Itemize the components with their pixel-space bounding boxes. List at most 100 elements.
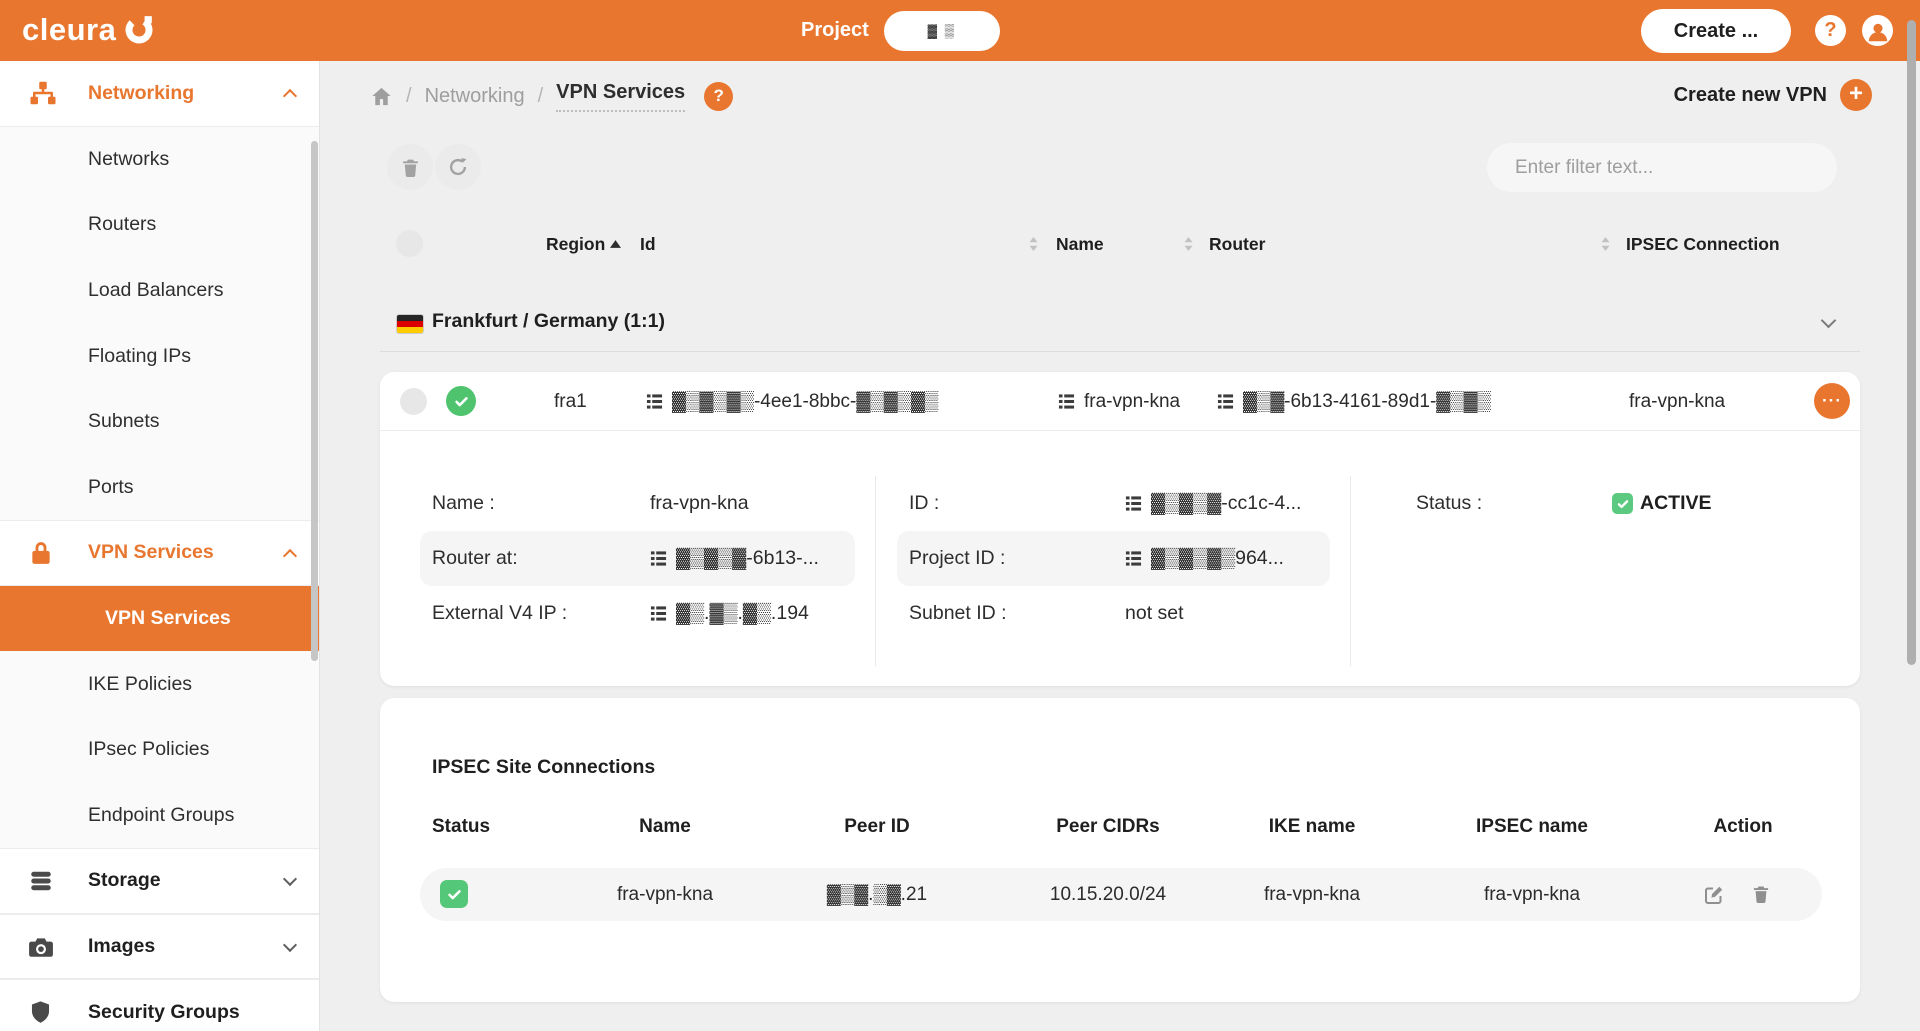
sidebar-item-storage[interactable]: Storage [0,848,319,914]
sidebar-item-floating-ips[interactable]: Floating IPs [0,323,319,389]
detail-value: ▓▒▓▒▓-cc1c-4... [1125,492,1301,515]
cell-ipsec-connection: fra-vpn-kna [1629,372,1725,431]
camera-icon [28,934,54,960]
router-value: ▓▒▓-6b13-4161-89d1-▓▒▓▒ [1243,391,1491,413]
sidebar-item-subnets[interactable]: Subnets [0,389,319,455]
refresh-button[interactable] [435,144,481,190]
help-glyph: ? [713,86,723,106]
connection-row: fra-vpn-kna ▓▒▓.▒▓.21 10.15.20.0/24 fra-… [420,868,1822,921]
sidebar-item-endpoint-groups[interactable]: Endpoint Groups [0,783,319,849]
copy-icon[interactable] [1058,393,1075,410]
cell-id: ▓▒▓▒▓▒-4ee1-8bbc-▓▒▓▒▓▒ [646,372,938,431]
cell-name: fra-vpn-kna [1058,372,1180,431]
column-header-region[interactable]: Region [546,220,621,268]
copy-icon[interactable] [650,550,667,567]
ipsec-connections-card: IPSEC Site Connections Status Name Peer … [380,698,1860,1002]
chevron-down-icon[interactable] [1821,313,1837,329]
sidebar-item-label: IPsec Policies [88,738,209,761]
chevron-down-icon [283,872,297,886]
project-selector[interactable]: ▓ ▒ [884,11,1000,51]
page-help-icon[interactable]: ? [704,82,733,111]
sidebar-item-networks[interactable]: Networks [0,127,319,193]
conn-column-ipsec-name: IPSEC name [1476,816,1588,838]
row-checkbox[interactable] [400,388,427,415]
conn-column-peer-cidrs: Peer CIDRs [1056,816,1160,838]
ellipsis-icon: ··· [1822,391,1842,411]
cell-router: ▓▒▓-6b13-4161-89d1-▓▒▓▒ [1217,372,1491,431]
column-header-ipsec-connection[interactable]: IPSEC Connection [1626,220,1780,268]
sort-icon[interactable] [1028,236,1039,252]
sort-icon[interactable] [1600,236,1611,252]
conn-cell-peer-cidrs: 10.15.20.0/24 [1050,868,1166,921]
chevron-down-icon [283,938,297,952]
delete-selected-button[interactable] [387,144,433,190]
help-icon[interactable]: ? [1815,15,1846,46]
copy-icon[interactable] [1217,393,1234,410]
home-icon[interactable] [370,85,393,108]
edit-connection-button[interactable] [1703,884,1725,906]
detail-row-router-at: Router at: ▓▒▓▒▓-6b13-... [420,531,855,586]
column-header-name[interactable]: Name [1056,220,1104,268]
sidebar-item-label: Subnets [88,410,160,433]
row-menu-button[interactable]: ··· [1814,383,1850,419]
app-header: cleura Project ▓ ▒ Create ... ? [0,0,1920,61]
project-value: ▓ ▒ [928,23,956,38]
vpn-detail-panel: Name : fra-vpn-kna Router at: ▓▒▓▒▓-6b13… [380,431,1860,685]
lock-icon [28,540,54,566]
conn-cell-name: fra-vpn-kna [617,868,713,921]
sidebar-item-ports[interactable]: Ports [0,455,319,521]
sidebar-item-routers[interactable]: Routers [0,192,319,258]
page-scrollbar[interactable] [1907,20,1916,665]
column-header-router[interactable]: Router [1209,220,1265,268]
create-new-vpn-button[interactable]: Create new VPN + [1674,79,1872,111]
detail-label: Status : [1416,492,1612,515]
detail-column-3: Status : ACTIVE [1404,476,1834,531]
region-group-row[interactable]: Frankfurt / Germany (1:1) [380,295,1860,352]
select-all-checkbox[interactable] [396,230,423,257]
sidebar-item-vpn-services-section[interactable]: VPN Services [0,520,319,586]
chevron-up-icon [283,89,297,103]
shield-icon [28,1000,53,1025]
copy-icon[interactable] [650,605,667,622]
column-header-id[interactable]: Id [640,220,656,268]
edit-icon [1703,884,1725,906]
sidebar-item-networking[interactable]: Networking [0,61,319,127]
copy-icon[interactable] [1125,550,1142,567]
sidebar-item-label: Routers [88,213,156,236]
copy-icon[interactable] [1125,495,1142,512]
sidebar-item-vpn-services[interactable]: VPN Services [0,586,319,652]
create-new-vpn-label: Create new VPN [1674,84,1827,107]
create-button[interactable]: Create ... [1641,9,1791,53]
sidebar-item-images[interactable]: Images [0,914,319,980]
breadcrumb-current[interactable]: VPN Services [556,81,685,112]
detail-row-id: ID : ▓▒▓▒▓-cc1c-4... [897,476,1330,531]
sidebar-item-ike-policies[interactable]: IKE Policies [0,651,319,717]
sidebar-item-load-balancers[interactable]: Load Balancers [0,258,319,324]
vpn-table-row[interactable]: fra1 ▓▒▓▒▓▒-4ee1-8bbc-▓▒▓▒▓▒ fra-vpn-kna… [380,372,1860,431]
avatar[interactable] [1862,15,1893,46]
detail-value: ▓▒▓▒▓-6b13-... [650,547,819,570]
user-icon [1865,18,1891,44]
sidebar-item-label: Ports [88,476,134,499]
filter-input[interactable] [1487,143,1837,192]
copy-icon[interactable] [646,393,663,410]
ipsec-connections-title: IPSEC Site Connections [432,756,655,779]
brand-text: cleura [22,12,116,48]
sidebar-item-ipsec-policies[interactable]: IPsec Policies [0,717,319,783]
detail-value: fra-vpn-kna [650,492,749,515]
sidebar-item-label: Images [88,935,155,958]
breadcrumb-networking[interactable]: Networking [425,85,525,108]
sidebar-scrollbar[interactable] [311,141,318,661]
sidebar-item-security-groups[interactable]: Security Groups [0,979,319,1031]
delete-connection-button[interactable] [1751,884,1771,904]
project-id-value: ▓▒▓▒▓▒964... [1151,547,1284,570]
project-label: Project [801,19,869,42]
breadcrumb: / Networking / VPN Services ? [370,75,733,117]
conn-column-name: Name [639,816,691,838]
sidebar-item-label: Load Balancers [88,279,224,302]
sidebar: Networking Networks Routers Load Balance… [0,61,320,1031]
cleura-logo-icon [123,14,155,46]
sort-icon[interactable] [1183,236,1194,252]
detail-label: ID : [909,492,1125,515]
cell-region: fra1 [554,372,587,431]
